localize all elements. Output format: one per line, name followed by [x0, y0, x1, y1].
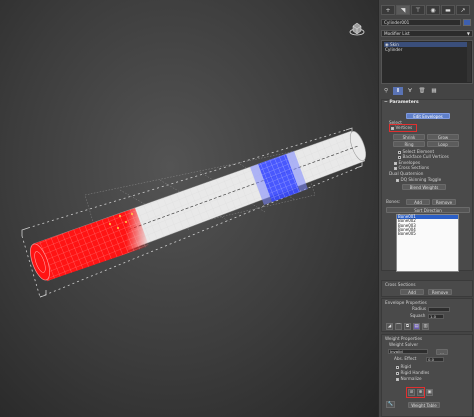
blend-weights-button[interactable]: Blend Weights [402, 184, 446, 190]
vertices-highlight [389, 124, 417, 132]
bone-item[interactable]: Bone005 [397, 231, 458, 236]
configure-sets-icon[interactable]: ▦ [429, 87, 439, 95]
cross-section-add-button[interactable]: Add [400, 289, 424, 295]
add-bone-button[interactable]: Add [406, 199, 430, 205]
weight-properties-title[interactable]: Weight Properties [385, 336, 422, 341]
abs-effect-label: Abs. Effect [394, 356, 417, 361]
radius-label: Radius [412, 306, 427, 311]
display-icon[interactable]: ▬ [441, 5, 455, 15]
select-excluded-icon[interactable]: ▣ [426, 389, 433, 396]
object-color-swatch[interactable] [463, 19, 471, 26]
dq-skinning-label: DQ Skinning Toggle [400, 177, 442, 182]
cross-sections-title[interactable]: Cross Sections [385, 282, 416, 287]
viewcube-icon [349, 22, 365, 36]
normalize-check[interactable] [396, 377, 399, 381]
rigid-label: Rigid [400, 364, 412, 369]
create-icon[interactable]: + [381, 5, 395, 15]
falloff-icon[interactable]: ⌒ [395, 323, 402, 330]
normalize-checkbox[interactable]: Normalize [396, 376, 422, 381]
backface-cull-label: Backface Cull Vertices [402, 154, 449, 159]
rigid-handles-check[interactable] [396, 371, 399, 375]
ring-button[interactable]: Ring [393, 141, 425, 147]
motion-icon[interactable]: ◉ [426, 5, 440, 15]
sort-direction-header[interactable]: Sort Direction [386, 207, 470, 213]
stack-toolbar: ⚲ Ⅱ ∀ 🗑 ▦ [381, 86, 473, 95]
weight-solver-dropdown[interactable]: Invalid [388, 349, 428, 354]
bones-list[interactable]: Bone001 Bone002 Bone003 Bone004 Bone005 [396, 214, 459, 272]
paste-all-icon[interactable]: ▥ [422, 323, 429, 330]
squash-field[interactable]: 1.0 [428, 314, 444, 319]
modifier-stack: ◉ Skin Cylinder [381, 40, 473, 84]
envelope-properties-rollout: Envelope Properties Radius Squash 1.0 ◢ … [381, 298, 473, 332]
show-end-result-icon[interactable]: Ⅱ [393, 86, 403, 95]
bones-label: Bones: [386, 199, 401, 204]
dq-skinning-checkbox[interactable]: DQ Skinning Toggle [396, 177, 441, 182]
copy-envelope-icon[interactable]: ⧉ [404, 323, 411, 330]
modifier-list-label: Modifier List [384, 31, 410, 36]
squash-label: Squash [410, 313, 426, 318]
panel-tabs: + ◥ ⊤ ◉ ▬ ↗ [381, 5, 473, 15]
remove-modifier-icon[interactable]: 🗑 [417, 87, 427, 95]
viewport-scene[interactable] [0, 0, 378, 417]
grow-button[interactable]: Grow [427, 134, 459, 140]
abs-effect-field[interactable]: 0.0 [426, 357, 444, 362]
rigid-check[interactable] [396, 365, 399, 369]
chevron-down-icon: ▼ [466, 31, 470, 36]
weight-solver-label: Weight Solver [389, 342, 419, 347]
weight-table-button[interactable]: Weight Table [408, 402, 440, 408]
parameters-title-text: Parameters [389, 100, 419, 105]
red-weight-region [30, 208, 149, 281]
cross-sections-checkbox[interactable]: Cross Sections [394, 165, 429, 170]
cross-section-remove-button[interactable]: Remove [428, 289, 452, 295]
weight-properties-rollout: Weight Properties Weight Solver Invalid … [381, 334, 473, 417]
parameters-title[interactable]: − Parameters [382, 100, 472, 106]
modify-icon[interactable]: ◥ [396, 5, 410, 15]
edit-envelopes-button[interactable]: Edit Envelopes [406, 113, 450, 119]
radius-field[interactable] [428, 307, 450, 312]
weight-tool-icon[interactable]: 🔧 [386, 401, 395, 408]
paste-envelope-icon[interactable]: ▤ [413, 323, 420, 330]
dual-quaternion-label: Dual Quaternion [389, 171, 424, 176]
utilities-icon[interactable]: ↗ [456, 5, 470, 15]
modifier-list-dropdown[interactable]: Modifier List ▼ [381, 30, 473, 37]
weight-tools-highlight [406, 387, 425, 398]
cross-sections-rollout: Cross Sections Add Remove [381, 280, 473, 297]
shrink-button[interactable]: Shrink [393, 134, 425, 140]
envelope-properties-title[interactable]: Envelope Properties [385, 300, 427, 305]
dq-skinning-check[interactable] [396, 178, 399, 182]
pin-icon[interactable]: ⚲ [381, 87, 391, 95]
loop-button[interactable]: Loop [427, 141, 459, 147]
cross-sections-check[interactable] [394, 166, 397, 170]
object-name-field[interactable]: Cylinder001 [381, 19, 461, 26]
command-panel: + ◥ ⊤ ◉ ▬ ↗ Cylinder001 Modifier List ▼ … [378, 0, 474, 417]
rigid-handles-label: Rigid Handles [400, 370, 430, 375]
backface-cull-checkbox[interactable]: Backface Cull Vertices [398, 154, 449, 159]
remove-bone-button[interactable]: Remove [432, 199, 456, 205]
make-unique-icon[interactable]: ∀ [405, 87, 415, 95]
absolute-relative-icon[interactable]: ◢ [386, 323, 393, 330]
viewport[interactable] [0, 0, 378, 417]
rigid-checkbox[interactable]: Rigid [396, 364, 411, 369]
weight-solver-options-button[interactable]: ... [436, 349, 448, 355]
cross-sections-label: Cross Sections [398, 165, 430, 170]
stack-item-cylinder[interactable]: Cylinder [385, 47, 402, 52]
hierarchy-icon[interactable]: ⊤ [411, 5, 425, 15]
normalize-label: Normalize [400, 376, 422, 381]
backface-cull-check[interactable] [398, 155, 401, 159]
rigid-handles-checkbox[interactable]: Rigid Handles [396, 370, 429, 375]
stack-scrollbar[interactable] [467, 42, 471, 82]
